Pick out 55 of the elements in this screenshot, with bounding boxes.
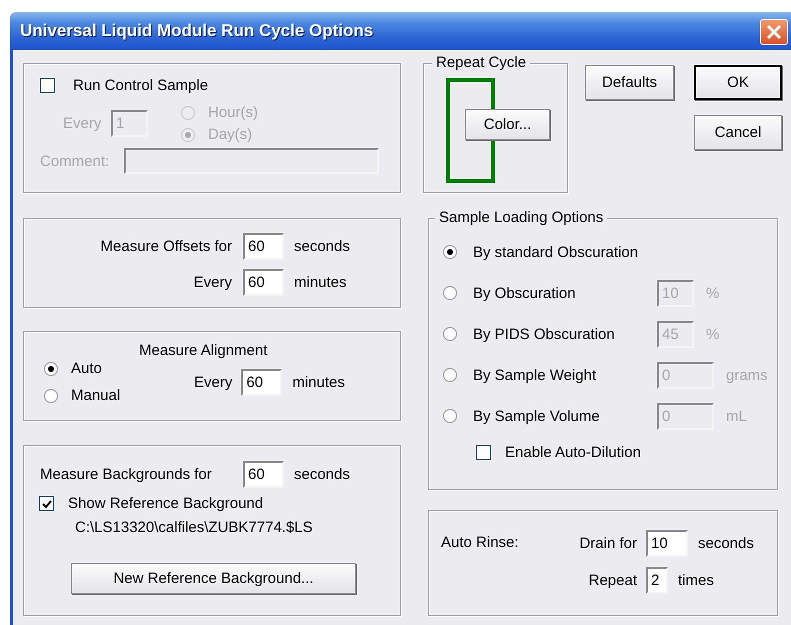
unit-label: grams [726,366,768,384]
checkbox-label: Enable Auto-Dilution [505,444,641,461]
field-label: Every [194,374,232,390]
checkbox-label: Show Reference Background [68,495,264,512]
group-title: Repeat Cycle [432,54,530,72]
unit-label: seconds [294,466,350,483]
group-title: Sample Loading Options [435,209,608,227]
group-title: Measure Alignment [139,342,268,360]
radio-label: By Sample Volume [473,408,601,424]
input-field[interactable]: 60 [243,461,284,488]
unit-label: minutes [294,274,347,291]
dialog-button[interactable]: OK [694,65,782,100]
input-field[interactable]: 60 [241,368,282,396]
radio-button[interactable] [44,388,58,402]
window-title: Universal Liquid Module Run Cycle Options [20,21,374,41]
unit-label: seconds [294,238,350,255]
unit-label: times [678,572,714,589]
radio-label: By PIDS Obscuration [473,326,616,342]
radio-label: By Sample Weight [473,366,598,384]
radio-label: By standard Obscuration [473,244,640,260]
radio-button[interactable] [44,362,58,376]
radio-label: Hour(s) [208,104,258,121]
checkbox-label: Run Control Sample [73,77,208,94]
new-reference-button[interactable]: New Reference Background... [71,563,356,594]
input-field[interactable]: 10 [646,530,688,557]
comment-field[interactable] [124,148,379,174]
field-label: Repeat [588,572,637,589]
input-field[interactable]: 60 [243,233,284,260]
input-field[interactable]: 60 [243,269,284,296]
field-label: Measure Backgrounds for [40,466,213,483]
field-label: Auto Rinse: [441,533,520,553]
field-label: Drain for [578,535,637,552]
field-label: Every [63,115,102,132]
close-button[interactable] [760,19,788,45]
radio-label: Manual [71,387,120,404]
radio-button[interactable] [443,245,457,259]
radio-label: Day(s) [208,126,252,143]
checkbox[interactable] [39,496,54,511]
dialog-button[interactable]: Defaults [585,65,674,100]
unit-label: minutes [292,374,345,390]
field-label: Comment: [40,152,110,170]
radio-label: Auto [71,360,102,377]
file-path: C:\LS13320\calfiles\ZUBK7774.$LS [75,519,314,536]
field-label: Every [192,274,232,291]
field-label: Measure Offsets for [100,238,232,255]
unit-label: mL [726,408,747,424]
close-icon [766,24,782,40]
unit-label: % [706,284,720,302]
checkbox[interactable] [476,445,491,460]
input-field[interactable]: 2 [646,567,668,594]
radio-label: By Obscuration [473,284,577,302]
unit-label: % [706,326,720,342]
unit-label: seconds [698,535,754,552]
color-button[interactable]: Color... [465,109,550,140]
dialog-button[interactable]: Cancel [694,115,782,150]
